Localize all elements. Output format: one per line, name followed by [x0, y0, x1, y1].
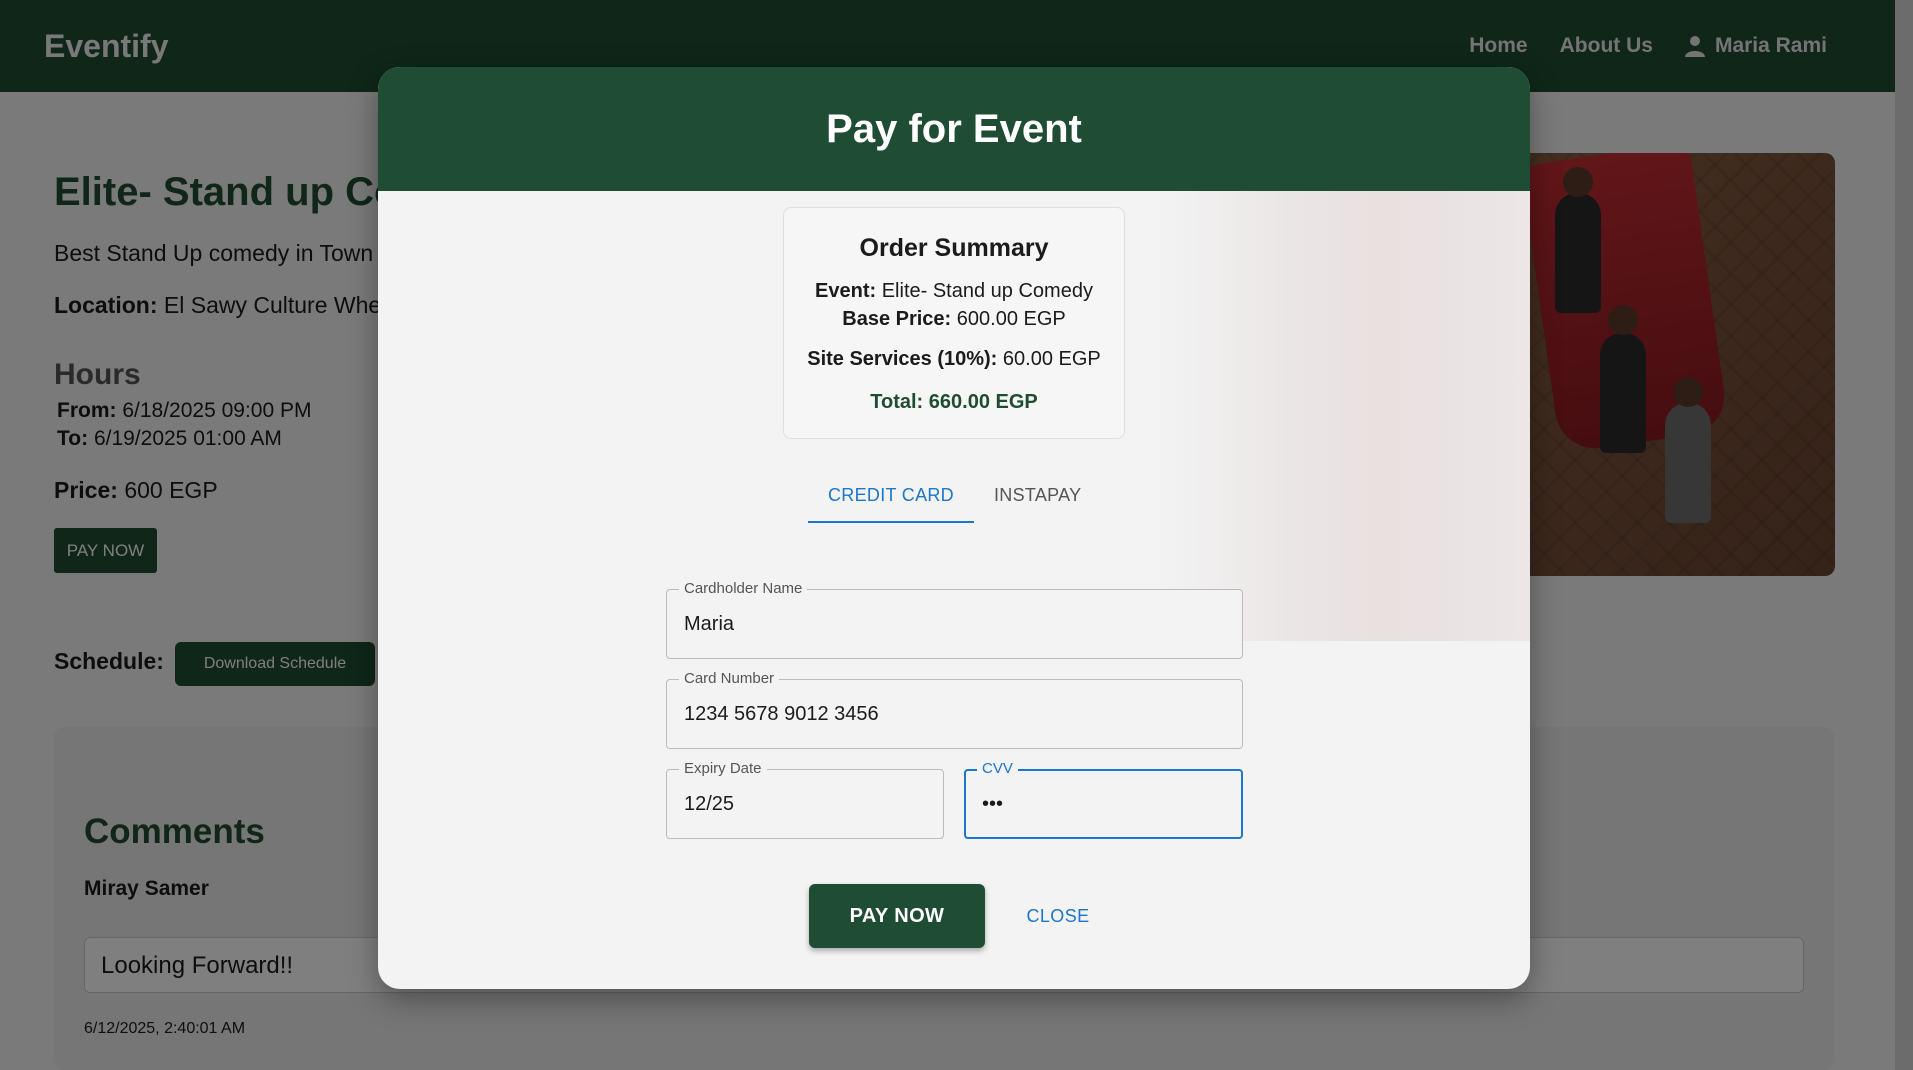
payment-modal: Pay for Event Order Summary Event: Elite…: [378, 67, 1530, 989]
summary-fee-value: 60.00 EGP: [1002, 348, 1101, 370]
summary-total-value: 660.00 EGP: [928, 391, 1038, 413]
cardholder-name-field[interactable]: Cardholder Name: [666, 580, 1243, 659]
summary-total-label: Total:: [870, 391, 924, 413]
tab-instapay[interactable]: INSTAPAY: [974, 467, 1101, 523]
expiry-date-input[interactable]: [684, 770, 933, 838]
summary-fee-line: Site Services (10%): 60.00 EGP: [784, 349, 1124, 369]
expiry-date-field[interactable]: Expiry Date: [666, 760, 944, 839]
summary-total-line: Total: 660.00 EGP: [784, 391, 1124, 414]
summary-event-value: Elite- Stand up Comedy: [881, 280, 1093, 302]
payment-method-tabs: CREDIT CARD INSTAPAY: [808, 467, 1101, 523]
cvv-input[interactable]: [982, 771, 1231, 837]
summary-base-value: 600.00 EGP: [956, 308, 1066, 330]
cvv-field[interactable]: CVV: [964, 760, 1243, 839]
modal-close-button[interactable]: CLOSE: [1014, 884, 1102, 948]
order-summary-title: Order Summary: [859, 234, 1049, 262]
modal-pay-now-button[interactable]: PAY NOW: [809, 884, 985, 948]
summary-event-line: Event: Elite- Stand up Comedy: [784, 281, 1124, 301]
card-number-input[interactable]: [684, 680, 1232, 748]
modal-title: Pay for Event: [826, 106, 1082, 151]
order-summary-card: Order Summary Event: Elite- Stand up Com…: [783, 207, 1125, 439]
summary-event-label: Event:: [815, 280, 877, 302]
blurred-background-photo: [1158, 191, 1530, 641]
cardholder-name-input[interactable]: [684, 590, 1232, 658]
modal-header: Pay for Event: [378, 67, 1530, 191]
tab-credit-card[interactable]: CREDIT CARD: [808, 467, 974, 523]
card-number-field[interactable]: Card Number: [666, 670, 1243, 749]
summary-base-line: Base Price: 600.00 EGP: [784, 309, 1124, 329]
summary-fee-label: Site Services (10%):: [807, 348, 998, 370]
summary-base-label: Base Price:: [842, 308, 952, 330]
